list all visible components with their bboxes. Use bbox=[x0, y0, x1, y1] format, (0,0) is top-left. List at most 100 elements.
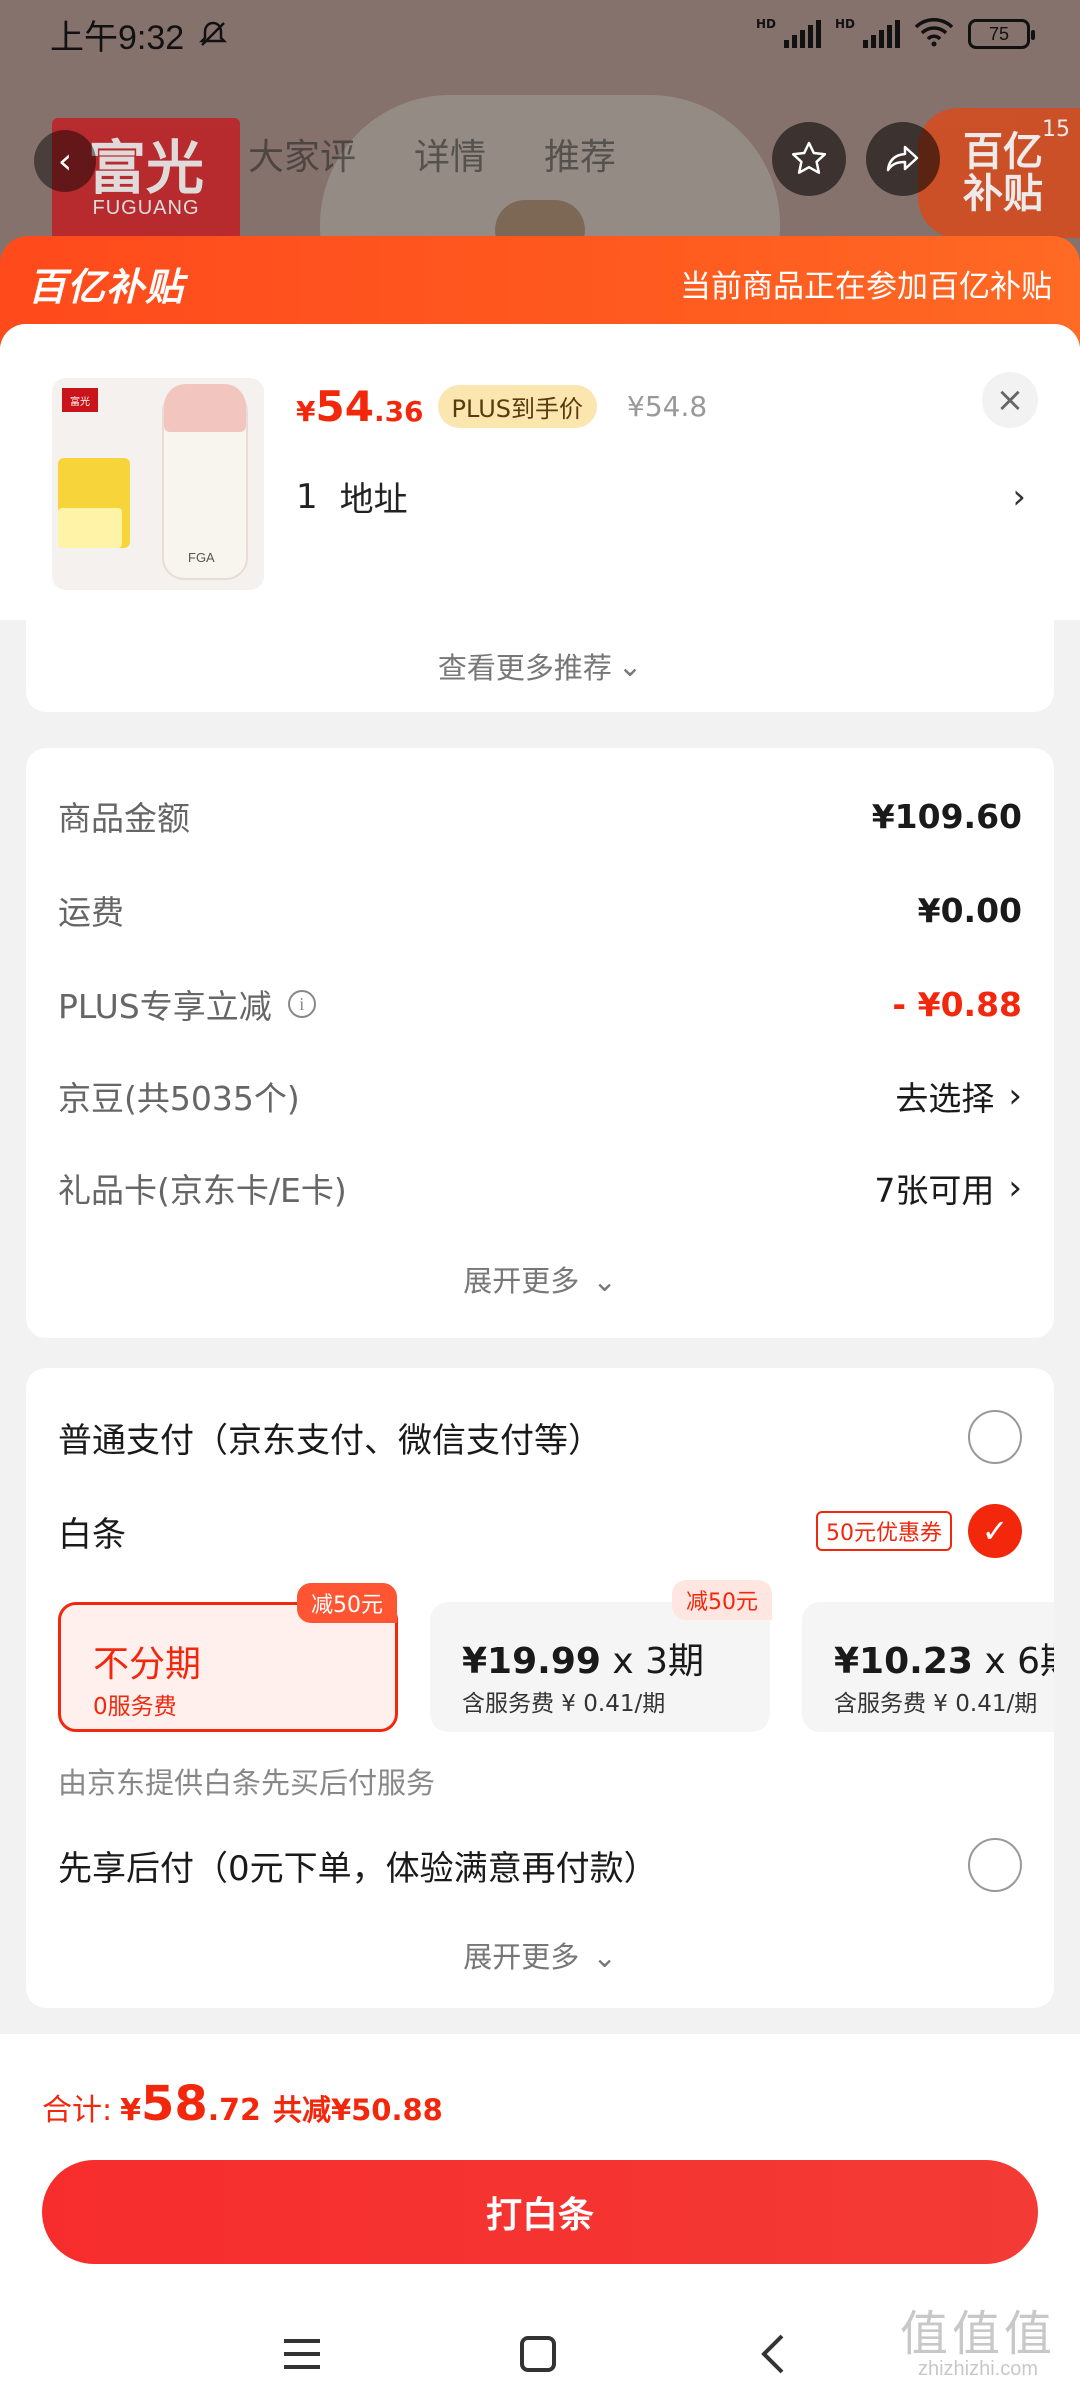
plan-title: 不分期 bbox=[93, 1644, 202, 1685]
subsidy-corner-badge[interactable]: 百亿 补贴 15 bbox=[918, 108, 1080, 238]
payment-label: 先享后付（0元下单，体验满意再付款） bbox=[58, 1848, 658, 1889]
corner-badge-count: 15 bbox=[1042, 117, 1070, 142]
chevron-down-icon: ⌄ bbox=[592, 1264, 617, 1298]
thumbnail-brand: 富光 bbox=[62, 388, 98, 412]
wifi-icon bbox=[914, 17, 954, 51]
plan-title: ¥10.23 x 6期 bbox=[834, 1632, 1054, 1684]
total-symbol: ¥ bbox=[120, 2093, 141, 2128]
site-watermark: 值值值 zhizhizhi.com bbox=[900, 2310, 1056, 2381]
mute-bell-icon bbox=[198, 19, 228, 49]
fee-row-shipping: 运费 ¥0.00 bbox=[58, 886, 1022, 934]
signal-icon bbox=[783, 20, 821, 48]
plus-price: ¥54.36 bbox=[296, 382, 424, 431]
watermark-url: zhizhizhi.com bbox=[917, 2358, 1039, 2380]
plan-title: ¥19.99 x 3期 bbox=[462, 1632, 704, 1684]
fee-label: PLUS专享立减 bbox=[58, 987, 272, 1026]
payment-option-pay-later[interactable]: 先享后付（0元下单，体验满意再付款） bbox=[58, 1838, 1022, 1892]
network-type-2: HD bbox=[834, 17, 855, 31]
tab-reviews[interactable]: 大家评 bbox=[248, 128, 356, 180]
plan-periods: x 3期 bbox=[600, 1641, 705, 1682]
battery-icon: 75 bbox=[968, 19, 1035, 49]
fee-label: 礼品卡(京东卡/E卡) bbox=[58, 1171, 347, 1210]
fee-value: ¥109.60 bbox=[871, 796, 1022, 836]
product-tabs: 大家评 详情 推荐 bbox=[248, 128, 616, 180]
fee-row-plus-discount: PLUS专享立减 i - ¥0.88 bbox=[58, 980, 1022, 1028]
corner-badge-line1: 百亿 bbox=[963, 129, 1043, 175]
tab-details[interactable]: 详情 bbox=[414, 128, 486, 180]
total-decimal: .72 bbox=[207, 2093, 261, 2128]
price-integer: 54 bbox=[315, 382, 374, 431]
watermark-mark: 值值值 bbox=[899, 2306, 1056, 2362]
expand-label: 展开更多 bbox=[463, 1940, 580, 1974]
more-recommend-label: 查看更多推荐 bbox=[437, 651, 612, 685]
favorite-icon[interactable] bbox=[772, 122, 846, 196]
product-summary: 富光 FGA ¥54.36 PLUS到手价 ¥54.8 1 地址 › × bbox=[0, 324, 1080, 620]
address-row[interactable]: 1 地址 › bbox=[296, 472, 1026, 521]
fee-breakdown-card: 商品金额 ¥109.60 运费 ¥0.00 PLUS专享立减 i - ¥0.88… bbox=[26, 748, 1054, 1338]
plan-periods: x 6期 bbox=[984, 1641, 1054, 1682]
network-type-1: HD bbox=[755, 17, 776, 31]
fee-label: 运费 bbox=[58, 893, 124, 932]
home-icon[interactable] bbox=[516, 2332, 560, 2387]
status-indicators: HD HD 75 bbox=[755, 17, 1035, 51]
quantity: 1 bbox=[296, 476, 318, 517]
menu-icon[interactable] bbox=[280, 2332, 324, 2387]
baitiao-provider-note: 由京东提供白条先买后付服务 bbox=[58, 1766, 436, 1800]
fee-row-jingdou[interactable]: 京豆(共5035个) 去选择 › bbox=[58, 1072, 1022, 1120]
radio-unchecked[interactable] bbox=[968, 1838, 1022, 1892]
total-label: 合计: bbox=[42, 2093, 113, 2128]
fee-value: 7张可用 bbox=[874, 1171, 995, 1210]
plan-price: ¥19.99 bbox=[462, 1641, 601, 1682]
share-icon[interactable] bbox=[866, 122, 940, 196]
promo-sticker bbox=[58, 508, 122, 548]
plan-3-installments[interactable]: 减50元 ¥19.99 x 3期 含服务费 ¥ 0.41/期 bbox=[430, 1580, 772, 1732]
plan-discount-badge: 减50元 bbox=[672, 1580, 772, 1620]
payment-methods-card: 普通支付（京东支付、微信支付等） 白条 50元优惠券 ✓ 减50元 不分期 0服… bbox=[26, 1368, 1054, 2008]
fee-value: - ¥0.88 bbox=[892, 984, 1022, 1024]
bottle-cap-image bbox=[164, 384, 246, 432]
total-saving: 共减¥50.88 bbox=[272, 2093, 443, 2127]
price-symbol: ¥ bbox=[296, 395, 316, 428]
plan-discount-badge: 减50元 bbox=[297, 1583, 397, 1623]
corner-badge-line2: 补贴 bbox=[963, 171, 1043, 217]
fee-value: 去选择 bbox=[895, 1079, 995, 1118]
plan-6-installments[interactable]: ¥10.23 x 6期 含服务费 ¥ 0.41/期 bbox=[802, 1602, 1054, 1732]
fee-label: 京豆(共5035个) bbox=[58, 1079, 300, 1118]
pay-baitiao-button[interactable]: 打白条 bbox=[42, 2160, 1038, 2264]
price-row: ¥54.36 PLUS到手价 ¥54.8 bbox=[296, 382, 707, 431]
fee-value: ¥0.00 bbox=[917, 890, 1022, 930]
address-text: 地址 bbox=[339, 480, 408, 520]
fee-row-gift-card[interactable]: 礼品卡(京东卡/E卡) 7张可用 › bbox=[58, 1164, 1022, 1212]
signal-icon bbox=[863, 20, 900, 48]
brand-logo-en: FUGUANG bbox=[92, 196, 200, 219]
status-bar: 上午9:32 HD HD 75 bbox=[0, 0, 1080, 68]
plan-price: ¥10.23 bbox=[834, 1641, 973, 1682]
back-icon[interactable]: ‹ bbox=[34, 130, 96, 192]
subsidy-banner-text: 当前商品正在参加百亿补贴 bbox=[680, 268, 1052, 305]
tab-recommend[interactable]: 推荐 bbox=[544, 128, 616, 180]
chevron-right-icon: › bbox=[1012, 476, 1026, 517]
close-icon[interactable]: × bbox=[982, 372, 1038, 428]
plan-fee: 含服务费 ¥ 0.41/期 bbox=[462, 1691, 666, 1717]
product-thumbnail[interactable]: 富光 FGA bbox=[52, 378, 264, 590]
payment-expand-more[interactable]: 展开更多 ⌄ bbox=[26, 1934, 1054, 1976]
fee-label: 商品金额 bbox=[58, 799, 190, 838]
plus-price-tag: PLUS到手价 bbox=[437, 385, 597, 428]
fees-expand-more[interactable]: 展开更多 ⌄ bbox=[26, 1258, 1054, 1300]
info-icon[interactable]: i bbox=[287, 990, 316, 1018]
original-price: ¥54.8 bbox=[627, 390, 708, 423]
price-decimal: .36 bbox=[373, 395, 424, 428]
more-recommend-button[interactable]: 查看更多推荐 ⌄ bbox=[26, 620, 1054, 712]
nav-back-icon[interactable] bbox=[752, 2332, 796, 2387]
chevron-right-icon: › bbox=[1008, 1076, 1022, 1116]
chevron-down-icon: ⌄ bbox=[592, 1940, 617, 1974]
plan-no-installment[interactable]: 减50元 不分期 0服务费 bbox=[58, 1583, 398, 1732]
plan-fee: 含服务费 ¥ 0.41/期 bbox=[834, 1691, 1038, 1717]
thumbnail-label: FGA bbox=[188, 550, 215, 565]
status-time: 上午9:32 bbox=[50, 18, 185, 57]
fee-row-goods: 商品金额 ¥109.60 bbox=[58, 792, 1022, 840]
chevron-right-icon: › bbox=[1008, 1168, 1022, 1208]
order-total: 合计: ¥ 58 .72 共减¥50.88 bbox=[42, 2076, 443, 2132]
chevron-down-icon: ⌄ bbox=[617, 649, 643, 683]
subsidy-logo: 百亿补贴 bbox=[28, 264, 185, 309]
